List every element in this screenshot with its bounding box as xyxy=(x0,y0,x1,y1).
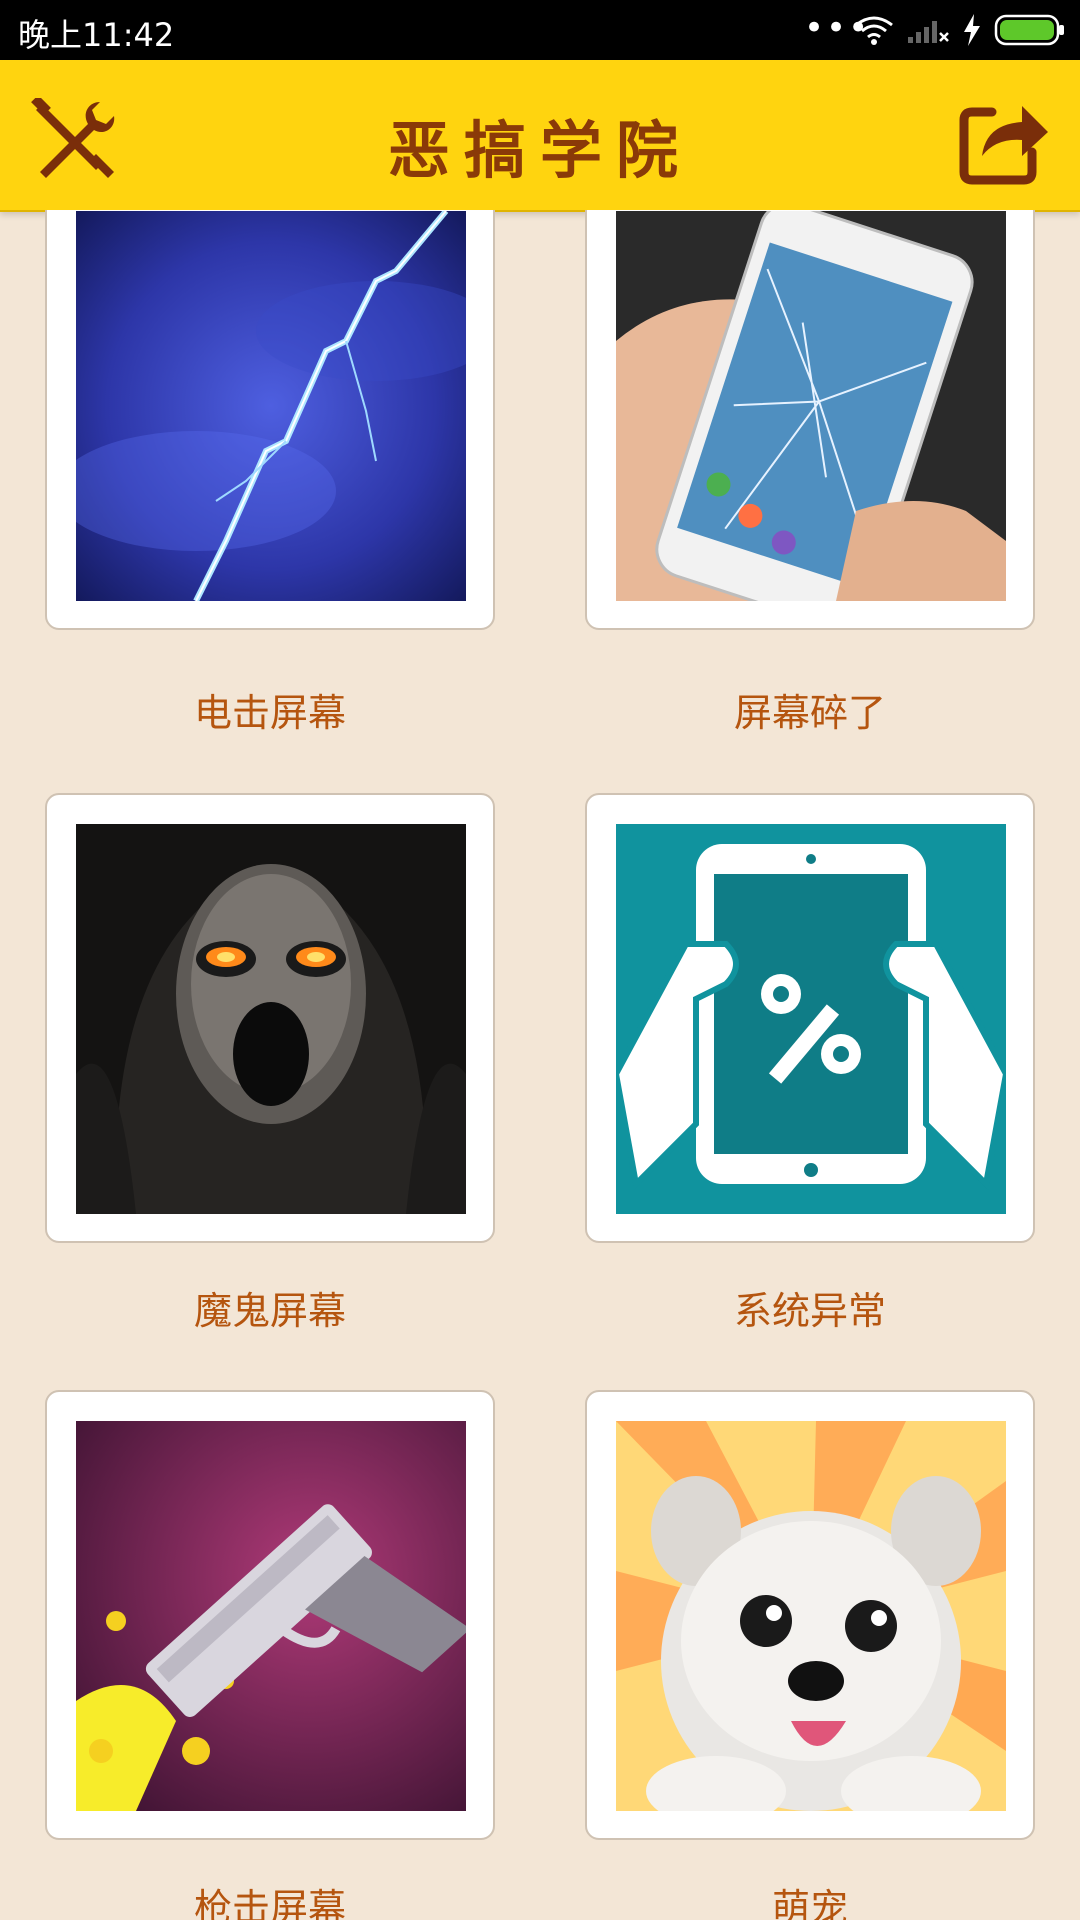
grid-item-ghost-screen[interactable] xyxy=(45,793,495,1243)
lightning-thumbnail xyxy=(76,211,466,601)
battery-icon xyxy=(994,14,1064,46)
grid-item-cracked-screen[interactable] xyxy=(585,210,1035,630)
status-bar: 晚上11:42 ••• xyxy=(0,0,1080,60)
grid-item-label[interactable]: 枪击屏幕 xyxy=(45,1877,495,1920)
grid-item-label[interactable]: 屏幕碎了 xyxy=(585,682,1035,737)
cracked-phone-thumbnail xyxy=(616,211,1006,601)
ghost-face-thumbnail xyxy=(76,824,466,1214)
share-icon[interactable] xyxy=(956,94,1052,186)
grid-item-label[interactable]: 萌宠 xyxy=(585,1877,1035,1920)
grid-item-electric-shock[interactable] xyxy=(45,210,495,630)
prank-grid: 电击屏幕 屏幕碎了 魔鬼屏幕 系统异常 枪击屏幕 萌宠 xyxy=(0,210,1080,1920)
grid-item-label[interactable]: 系统异常 xyxy=(585,1280,1035,1335)
puppy-thumbnail xyxy=(616,1421,1006,1811)
grid-item-system-error[interactable] xyxy=(585,793,1035,1243)
charging-bolt-icon xyxy=(964,14,980,46)
grid-item-label[interactable]: 魔鬼屏幕 xyxy=(45,1280,495,1335)
signal-icon xyxy=(908,21,949,43)
system-error-thumbnail xyxy=(616,824,1006,1214)
status-time: 晚上11:42 xyxy=(18,16,175,54)
page-title: 恶搞学院 xyxy=(387,114,692,187)
grid-item-label[interactable]: 电击屏幕 xyxy=(45,682,495,737)
app-header: 恶搞学院 xyxy=(0,60,1080,212)
pistol-thumbnail xyxy=(76,1421,466,1811)
grid-item-cute-pet[interactable] xyxy=(585,1390,1035,1840)
wifi-icon xyxy=(855,16,893,45)
grid-item-gunshot-screen[interactable] xyxy=(45,1390,495,1840)
